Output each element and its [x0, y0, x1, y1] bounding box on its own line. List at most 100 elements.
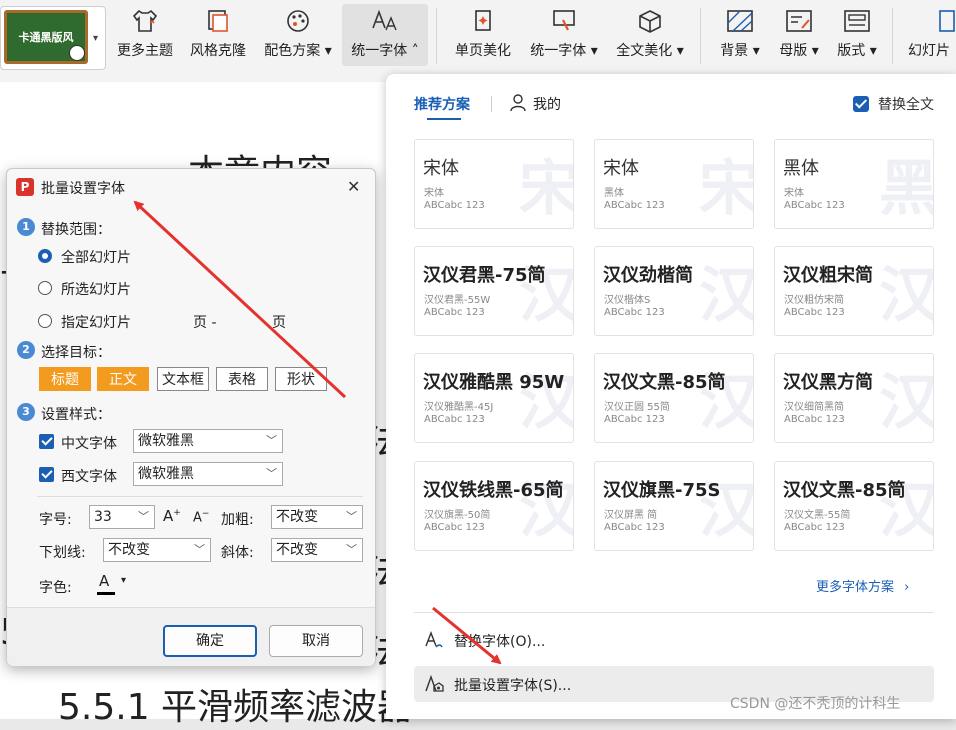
range-selected-radio[interactable] [38, 281, 52, 295]
card-font-name: 汉仪铁线黑-65简 [423, 480, 564, 501]
style-clone-button[interactable]: 风格克隆 [184, 4, 252, 66]
card-sub-font: 黑体 [604, 188, 624, 199]
tab-recommend[interactable]: 推荐方案 [414, 94, 470, 114]
font-card[interactable]: 汉汉仪劲楷简 汉仪楷体S ABCabc 123 [594, 246, 754, 336]
unify-font-label: 统一字体 [351, 43, 408, 59]
color-scheme-button[interactable]: 配色方案 ▾ [258, 4, 338, 66]
chevron-down-icon: ▾ [748, 43, 760, 59]
chevron-down-icon: ﹀ [266, 434, 277, 447]
target-table-toggle[interactable]: 表格 [216, 367, 268, 391]
theme-thumb-label: 卡通黑版风 [18, 31, 74, 44]
font-card[interactable]: 汉汉仪文黑-85简 汉仪正圆 55简 ABCabc 123 [594, 353, 754, 443]
font-card[interactable]: 宋宋体 宋体 ABCabc 123 [414, 139, 574, 229]
replace-font-menu-item[interactable]: 替换字体(O)... [414, 622, 934, 658]
font-card[interactable]: 汉汉仪文黑-85简 汉仪文黑-55简 ABCabc 123 [774, 461, 934, 551]
slides-button[interactable]: 幻灯片 [904, 4, 956, 66]
page-beautify-button[interactable]: 单页美化 [448, 4, 518, 66]
card-font-name: 黑体 [783, 158, 819, 179]
theme-thumbnail[interactable]: 卡通黑版风 ▾ [0, 6, 106, 70]
font-card[interactable]: 汉汉仪旗黑-75S 汉仪屏黑 简 ABCabc 123 [594, 461, 754, 551]
range-all-radio[interactable] [38, 249, 52, 263]
color-label: 字色: [39, 580, 72, 596]
target-title-toggle[interactable]: 标题 [39, 367, 91, 391]
card-font-name: 汉仪雅酷黑 95W [423, 372, 565, 393]
font-card[interactable]: 宋 宋体 黑体 ABCabc 123 [594, 139, 754, 229]
card-font-name: 汉仪文黑-85简 [603, 372, 726, 393]
font-aa-icon [372, 9, 397, 31]
range-all-label: 全部幻灯片 [61, 250, 131, 266]
target-shape-toggle[interactable]: 形状 [275, 367, 327, 391]
card-sub-font: 汉仪细简黑简 [784, 402, 844, 413]
target-section-label: 选择目标： [41, 345, 111, 361]
west-font-select[interactable]: 微软雅黑 ﹀ [133, 462, 283, 486]
ribbon-toolbar: 卡通黑版风 ▾ 更多主题 风格克隆 配色方案 ▾ 统一字体 ˄ 单页美化 统一字… [0, 0, 956, 83]
step-2-badge: 2 [17, 341, 35, 359]
bold-label: 加粗: [221, 512, 254, 528]
font-card[interactable]: 汉汉仪雅酷黑 95W 汉仪雅酷黑-45J ABCabc 123 [414, 353, 574, 443]
replace-all-checkbox[interactable] [853, 96, 869, 112]
step-3-badge: 3 [17, 403, 35, 421]
user-icon[interactable] [510, 94, 526, 112]
chevron-down-icon[interactable]: ▾ [93, 33, 98, 44]
background-button[interactable]: 背景 ▾ [712, 4, 768, 66]
cn-font-label: 中文字体 [61, 436, 117, 452]
range-specific-radio[interactable] [38, 314, 52, 328]
card-sub-font: 汉仪君黑-55W [424, 295, 491, 306]
batch-font-icon [425, 674, 444, 692]
unify-font-label-2: 统一字体 [530, 43, 587, 59]
range-specific-label: 指定幻灯片 [61, 315, 131, 331]
target-body-toggle[interactable]: 正文 [97, 367, 149, 391]
card-watermark: 汉 [699, 261, 754, 331]
card-font-name: 汉仪旗黑-75S [603, 480, 721, 501]
card-watermark: 宋 [699, 154, 754, 224]
close-icon[interactable]: ✕ [347, 177, 360, 196]
soccer-ball-icon [69, 45, 85, 61]
font-card[interactable]: 黑 黑体 宋体 ABCabc 123 [774, 139, 934, 229]
font-color-picker[interactable]: A ▾ [97, 572, 137, 596]
card-sample: ABCabc 123 [784, 200, 845, 211]
layout-button[interactable]: 版式 ▾ [830, 4, 884, 66]
more-themes-button[interactable]: 更多主题 [110, 4, 180, 66]
dialog-title: 批量设置字体 [41, 181, 125, 197]
background-icon [727, 10, 753, 32]
font-card[interactable]: 汉汉仪铁线黑-65简 汉仪旗黑-50简 ABCabc 123 [414, 461, 574, 551]
unify-font-button-2[interactable]: 统一字体 ▾ [524, 4, 604, 66]
bold-value: 不改变 [276, 509, 318, 525]
full-beautify-button[interactable]: 全文美化 ▾ [610, 4, 690, 66]
cancel-button[interactable]: 取消 [269, 625, 363, 657]
font-card[interactable]: 汉汉仪黑方简 汉仪细简黑简 ABCabc 123 [774, 353, 934, 443]
bold-select[interactable]: 不改变 ﹀ [271, 505, 363, 529]
unify-font-button[interactable]: 统一字体 ˄ [342, 4, 428, 66]
card-watermark: 汉 [879, 261, 934, 331]
palette-icon [287, 10, 309, 32]
font-card[interactable]: 汉汉仪君黑-75简 汉仪君黑-55W ABCabc 123 [414, 246, 574, 336]
card-sample: ABCabc 123 [424, 307, 485, 318]
cube-icon [639, 10, 661, 33]
sparkle-page-icon [475, 10, 491, 31]
west-font-checkbox[interactable] [39, 467, 54, 482]
underline-select[interactable]: 不改变 ﹀ [103, 538, 211, 562]
chevron-down-icon: ﹀ [346, 510, 357, 523]
more-font-schemes-link[interactable]: 更多字体方案 › [816, 576, 909, 595]
font-size-select[interactable]: 33 ﹀ [89, 505, 155, 529]
card-sub-font: 汉仪雅酷黑-45J [424, 402, 494, 413]
target-textbox-toggle[interactable]: 文本框 [157, 367, 209, 391]
page-to-label: 页 [272, 315, 286, 331]
master-button[interactable]: 母版 ▾ [772, 4, 826, 66]
card-font-name: 宋体 [603, 158, 639, 179]
card-sub-font: 汉仪粗仿宋简 [784, 295, 844, 306]
cn-font-select[interactable]: 微软雅黑 ﹀ [133, 429, 283, 453]
card-sub-font: 汉仪文黑-55简 [784, 510, 851, 521]
layout-label: 版式 [837, 43, 866, 59]
decrease-size-icon[interactable]: A− [193, 509, 209, 525]
layout-icon [844, 10, 870, 32]
increase-size-icon[interactable]: A+ [163, 507, 181, 525]
italic-select[interactable]: 不改变 ﹀ [271, 538, 363, 562]
more-font-schemes-label: 更多字体方案 [816, 580, 895, 595]
cn-font-checkbox[interactable] [39, 434, 54, 449]
ok-button[interactable]: 确定 [163, 625, 257, 657]
tab-mine[interactable]: 我的 [533, 94, 561, 114]
font-card[interactable]: 汉汉仪粗宋简 汉仪粗仿宋简 ABCabc 123 [774, 246, 934, 336]
ribbon-divider [892, 8, 893, 64]
background-label: 背景 [720, 43, 749, 59]
